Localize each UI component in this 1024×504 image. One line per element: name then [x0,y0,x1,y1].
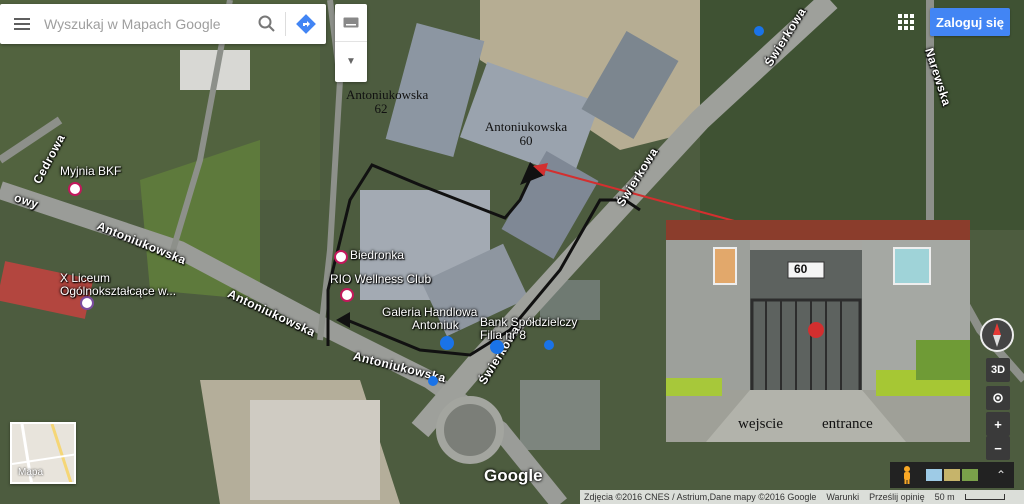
pegman-icon[interactable] [896,464,918,486]
minimap-label: Mapa [18,467,44,478]
entrance-photo-drawing [666,220,970,442]
building-62-number: 62 [374,101,388,116]
apps-grid-icon[interactable] [896,12,916,32]
search-icon[interactable] [249,4,285,44]
search-input[interactable] [44,9,249,39]
poi-pin-icon[interactable] [68,182,82,196]
imagery-thumb[interactable] [926,469,942,481]
entrance-caption-pl: wejscie [738,416,783,432]
entrance-caption-en: entrance [822,416,873,432]
imagery-thumbnails[interactable] [926,469,978,481]
building-60-street: Antoniukowska [484,119,568,134]
poi-atm-icon[interactable] [490,340,504,354]
attribution-bar: Zdjęcia ©2016 CNES / Astrium,Dane mapy ©… [580,490,1024,504]
bus-stop-icon[interactable] [544,340,554,350]
bus-stop-icon[interactable] [428,376,438,386]
scale-label[interactable]: 50 m [935,492,955,502]
scale-bar [964,494,1005,500]
input-tools-panel: ▼ [335,4,367,82]
imagery-strip: ⌃ [890,462,1014,488]
chevron-down-icon[interactable]: ▼ [335,42,367,80]
imagery-attribution: Zdjęcia ©2016 CNES / Astrium,Dane mapy ©… [584,492,817,502]
poi-mall-icon[interactable] [440,336,454,350]
google-logo: Google [484,466,543,485]
feedback-link[interactable]: Prześlij opinię [869,492,925,502]
poi-label-bank[interactable]: Bank Spółdzielczy Filia nr 8 [480,316,577,342]
poi-label-galeria[interactable]: Galeria Handlowa Antoniuk [382,306,477,332]
poi-label-liceum[interactable]: X Liceum Ogólnokształcące w... [60,272,176,298]
entrance-sign-number: 60 [794,262,808,276]
building-62-street: Antoniukowska [346,87,429,102]
poi-label-liceum-line2: Ogólnokształcące w... [60,284,177,298]
search-box [0,4,326,44]
zoom-in-button[interactable]: + [986,412,1010,436]
poi-label-galeria-line2: Antoniuk [412,318,459,332]
bus-stop-icon[interactable] [754,26,764,36]
imagery-thumb[interactable] [944,469,960,481]
chevron-up-icon[interactable]: ⌃ [996,468,1006,482]
poi-label-myjnia[interactable]: Myjnia BKF [60,164,121,178]
map-type-toggle[interactable]: Mapa [10,422,76,484]
building-60-number: 60 [519,133,533,148]
poi-label-biedronka[interactable]: Biedronka [350,248,404,262]
keyboard-icon[interactable] [335,4,367,42]
signin-button[interactable]: Zaloguj się [930,8,1010,36]
poi-label-wellness[interactable]: RIO Wellness Club [330,272,431,286]
directions-icon[interactable] [286,4,326,44]
poi-shop-icon[interactable] [334,250,348,264]
view-3d-button[interactable]: 3D [986,358,1010,382]
poi-fitness-icon[interactable] [340,288,354,302]
building-62-annotation: Antoniukowska 62 [346,87,429,116]
my-location-icon[interactable] [986,386,1010,410]
building-60-annotation: Antoniukowska 60 [478,120,574,148]
terms-link[interactable]: Warunki [826,492,859,502]
compass-icon[interactable] [980,318,1014,352]
menu-icon[interactable] [0,4,44,44]
entrance-photo: 60 wejscie entrance [666,220,970,442]
poi-school-icon[interactable] [80,296,94,310]
zoom-out-button[interactable]: − [986,436,1010,460]
imagery-thumb[interactable] [962,469,978,481]
